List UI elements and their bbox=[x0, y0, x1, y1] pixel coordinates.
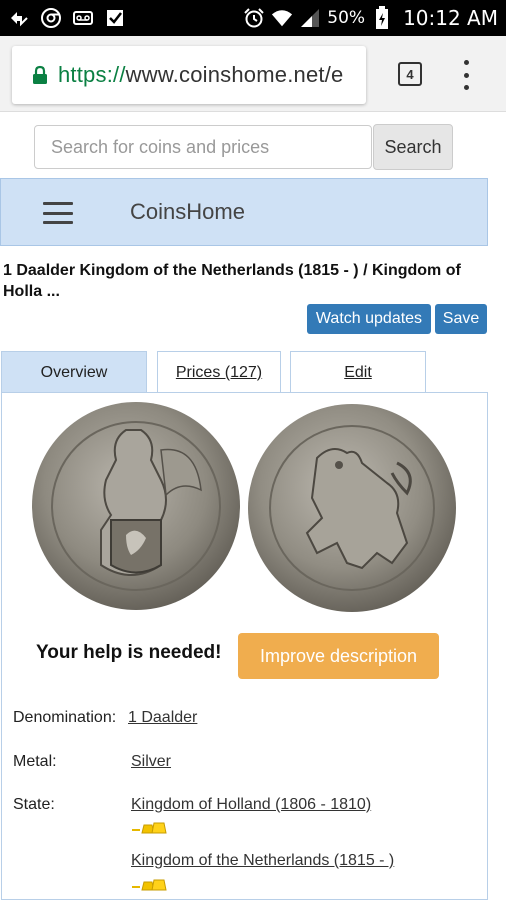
url-scheme: https:// bbox=[58, 62, 126, 87]
watch-updates-button[interactable]: Watch updates bbox=[307, 304, 431, 334]
search-button[interactable]: Search bbox=[373, 124, 453, 170]
voicemail-icon bbox=[72, 7, 94, 29]
chrome-icon bbox=[40, 7, 62, 29]
gold-bars-icon bbox=[132, 821, 172, 835]
address-bar[interactable]: https://www.coinshome.net/e bbox=[12, 46, 366, 104]
help-needed-text: Your help is needed! bbox=[36, 642, 222, 663]
site-brand[interactable]: CoinsHome bbox=[130, 199, 245, 225]
gold-bars-icon bbox=[132, 878, 172, 892]
lock-icon bbox=[32, 65, 48, 85]
metal-link[interactable]: Silver bbox=[131, 753, 171, 771]
page-title: 1 Daalder Kingdom of the Netherlands (18… bbox=[3, 262, 461, 300]
clock: 10:12 AM bbox=[403, 6, 498, 30]
tab-prices[interactable]: Prices (127) bbox=[157, 351, 281, 393]
denomination-label: Denomination: bbox=[13, 709, 117, 726]
improve-description-button[interactable]: Improve description bbox=[238, 633, 439, 679]
search-input[interactable] bbox=[34, 125, 372, 169]
state-link[interactable]: Kingdom of the Netherlands (1815 - ) bbox=[131, 852, 394, 870]
site-header: CoinsHome bbox=[0, 178, 488, 246]
battery-icon bbox=[371, 6, 393, 29]
denomination-link[interactable]: 1 Daalder bbox=[128, 709, 197, 727]
coin-reverse-image[interactable] bbox=[247, 403, 457, 613]
url-text: https://www.coinshome.net/e bbox=[58, 62, 343, 88]
metal-label: Metal: bbox=[13, 753, 57, 770]
tab-switcher-button[interactable]: 4 bbox=[398, 62, 422, 86]
overflow-menu-icon[interactable] bbox=[458, 60, 474, 90]
status-bar: 50% 10:12 AM bbox=[0, 0, 506, 36]
browser-toolbar: https://www.coinshome.net/e 4 bbox=[0, 36, 506, 112]
sync-icon bbox=[8, 7, 30, 29]
battery-percent: 50% bbox=[327, 8, 366, 28]
tab-overview[interactable]: Overview bbox=[1, 351, 147, 393]
save-button[interactable]: Save bbox=[435, 304, 487, 334]
url-host: www.coinshome.net/e bbox=[125, 62, 344, 87]
coin-obverse-image[interactable] bbox=[31, 400, 241, 612]
state-label: State: bbox=[13, 796, 55, 813]
alarm-icon bbox=[243, 7, 265, 29]
tab-edit[interactable]: Edit bbox=[290, 351, 426, 393]
wifi-icon bbox=[271, 7, 293, 29]
hamburger-menu-icon[interactable] bbox=[43, 202, 73, 224]
signal-icon bbox=[299, 7, 321, 29]
state-link[interactable]: Kingdom of Holland (1806 - 1810) bbox=[131, 796, 371, 814]
check-icon bbox=[104, 7, 126, 29]
